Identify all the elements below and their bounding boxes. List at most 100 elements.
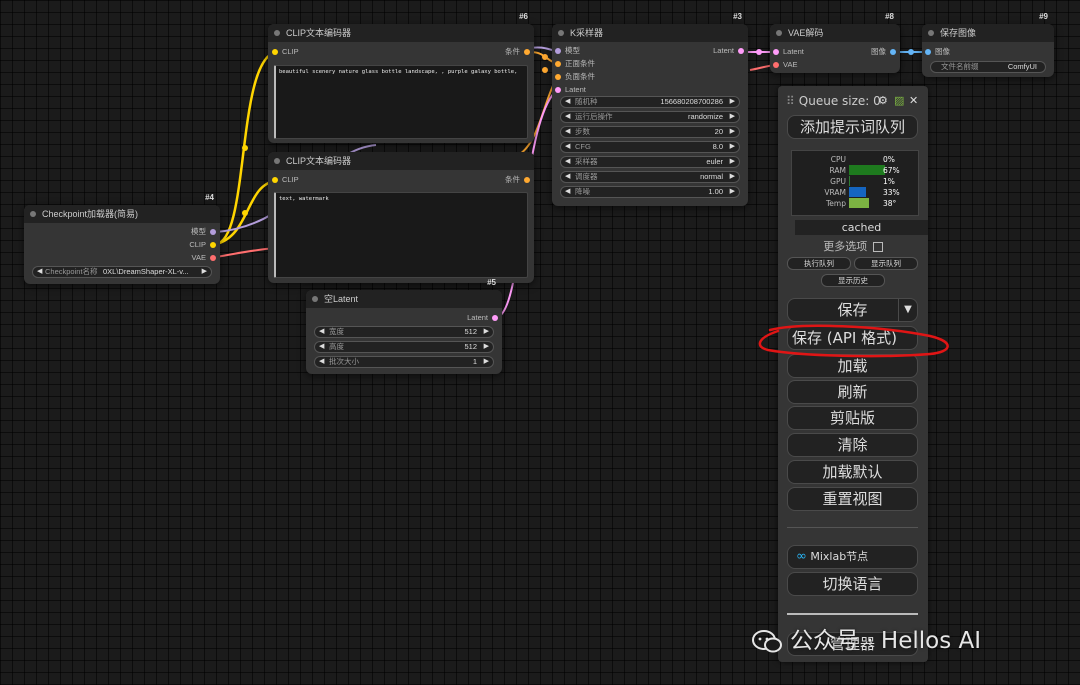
arrow-left-icon[interactable]: ◀	[565, 112, 570, 122]
clear-button[interactable]: 清除	[787, 433, 918, 457]
save-image-node[interactable]: #9 保存图像 图像 文件名前缀 ComfyUI	[922, 12, 1054, 77]
slot-label: VAE	[191, 253, 206, 262]
empty-latent-node[interactable]: #5 空Latent Latent ◀ 宽度 512 ▶ ◀ 高度 512 ▶ ◀ 批次大小 1…	[306, 278, 502, 374]
extra-options-toggle[interactable]: 更多选项	[778, 238, 928, 254]
arrow-right-icon[interactable]: ▶	[484, 357, 489, 367]
clip-text-encode-node-negative[interactable]: CLIP文本编码器 CLIP 条件 text, watermark	[268, 152, 534, 283]
filename-prefix-widget[interactable]: 文件名前缀 ComfyUI	[930, 61, 1046, 73]
arrow-left-icon[interactable]: ◀	[565, 97, 570, 107]
node-title[interactable]: CLIP文本编码器	[268, 152, 534, 170]
arrow-left-icon[interactable]: ◀	[319, 342, 324, 352]
prompt-textarea[interactable]: text, watermark	[274, 192, 528, 278]
refresh-button[interactable]: 刷新	[787, 380, 918, 404]
arrow-right-icon[interactable]: ▶	[730, 112, 735, 122]
arrow-right-icon[interactable]: ▶	[484, 342, 489, 352]
arrow-right-icon[interactable]: ▶	[730, 172, 735, 182]
checkpoint-loader-node[interactable]: #4 Checkpoint加载器(简易) 模型 CLIP VAE ◀ Check…	[24, 193, 220, 284]
width-number-widget[interactable]: ◀ 宽度 512 ▶	[314, 326, 494, 338]
view-pending-queue-button[interactable]: 显示队列	[854, 257, 918, 270]
input-slot-model[interactable]: 模型	[555, 46, 580, 56]
vae-decode-node[interactable]: #8 VAE解码 Latent VAE 图像	[770, 12, 900, 73]
queue-size-header[interactable]: ⠿ Queue size: 0	[786, 94, 881, 108]
input-slot-samples[interactable]: Latent	[773, 47, 804, 57]
collapse-dot-icon[interactable]	[776, 30, 782, 36]
load-button[interactable]: 加载	[787, 354, 918, 378]
settings-gear-icon[interactable]: ⚙	[878, 94, 888, 107]
slot-label: CLIP	[282, 47, 299, 56]
collapse-dot-icon[interactable]	[274, 30, 280, 36]
arrow-left-icon[interactable]: ◀	[319, 357, 324, 367]
queue-prompt-button[interactable]: 添加提示词队列	[787, 115, 918, 139]
save-api-format-button[interactable]: 保存 (API 格式)	[787, 326, 918, 350]
collapse-dot-icon[interactable]	[274, 158, 280, 164]
node-title[interactable]: Checkpoint加载器(简易)	[24, 205, 220, 223]
close-icon[interactable]: ✕	[909, 94, 918, 107]
steps-widget[interactable]: ◀ 步数 20 ▶	[560, 126, 740, 138]
widget-value: 0XL\DreamShaper-XL-v...	[103, 267, 189, 276]
input-slot-positive[interactable]: 正面条件	[555, 59, 595, 69]
output-slot-vae[interactable]: VAE	[192, 253, 216, 263]
batch-size-number-widget[interactable]: ◀ 批次大小 1 ▶	[314, 356, 494, 368]
arrow-left-icon[interactable]: ◀	[565, 142, 570, 152]
arrow-left-icon[interactable]: ◀	[565, 187, 570, 197]
output-slot-image[interactable]: 图像	[871, 47, 896, 57]
node-title[interactable]: VAE解码	[770, 24, 900, 42]
collapse-dot-icon[interactable]	[312, 296, 318, 302]
arrow-right-icon[interactable]: ▶	[730, 127, 735, 137]
arrow-left-icon[interactable]: ◀	[319, 327, 324, 337]
input-slot-clip[interactable]: CLIP	[272, 175, 299, 185]
input-slot-clip[interactable]: CLIP	[272, 47, 299, 57]
output-slot-conditioning[interactable]: 条件	[505, 175, 530, 185]
arrow-left-icon[interactable]: ◀	[565, 127, 570, 137]
save-button[interactable]: 保存 ▼	[787, 298, 918, 322]
save-dropdown-icon[interactable]: ▼	[898, 299, 917, 321]
drag-handle-icon[interactable]: ⠿	[786, 94, 795, 108]
arrow-right-icon[interactable]: ▶	[730, 187, 735, 197]
collapse-dot-icon[interactable]	[30, 211, 36, 217]
clip-text-encode-node-positive[interactable]: #6 CLIP文本编码器 CLIP 条件 beautiful scenery n…	[268, 12, 534, 143]
output-slot-latent[interactable]: Latent	[467, 313, 498, 323]
denoise-widget[interactable]: ◀ 降噪 1.00 ▶	[560, 186, 740, 198]
switch-language-button[interactable]: 切换语言	[787, 572, 918, 596]
arrow-right-icon[interactable]: ▶	[484, 327, 489, 337]
clipspace-button[interactable]: 剪贴版	[787, 406, 918, 430]
output-slot-clip[interactable]: CLIP	[189, 240, 216, 250]
image-gallery-icon[interactable]: ▨	[894, 94, 904, 107]
arrow-left-icon[interactable]: ◀	[565, 172, 570, 182]
arrow-right-icon[interactable]: ▶	[202, 267, 207, 277]
node-title[interactable]: CLIP文本编码器	[268, 24, 534, 42]
arrow-left-icon[interactable]: ◀	[565, 157, 570, 167]
prompt-textarea[interactable]: beautiful scenery nature glass bottle la…	[274, 65, 528, 139]
output-slot-latent[interactable]: Latent	[713, 46, 744, 56]
node-title[interactable]: 空Latent	[306, 290, 502, 308]
reset-view-button[interactable]: 重置视图	[787, 487, 918, 511]
ksampler-node[interactable]: #3 K采样器 模型 正面条件 负面条件 Latent Latent ◀ 随机种 1…	[552, 12, 748, 206]
arrow-right-icon[interactable]: ▶	[730, 157, 735, 167]
input-slot-latent[interactable]: Latent	[555, 85, 586, 95]
node-title[interactable]: 保存图像	[922, 24, 1054, 42]
collapse-dot-icon[interactable]	[928, 30, 934, 36]
output-slot-model[interactable]: 模型	[191, 227, 216, 237]
scheduler-widget[interactable]: ◀ 调度器 normal ▶	[560, 171, 740, 183]
view-history-button[interactable]: 显示历史	[821, 274, 885, 287]
arrow-right-icon[interactable]: ▶	[730, 97, 735, 107]
view-queue-button[interactable]: 执行队列	[787, 257, 851, 270]
input-slot-images[interactable]: 图像	[925, 47, 950, 57]
height-number-widget[interactable]: ◀ 高度 512 ▶	[314, 341, 494, 353]
sampler-name-widget[interactable]: ◀ 采样器 euler ▶	[560, 156, 740, 168]
mixlab-nodes-button[interactable]: ∞ Mixlab节点	[787, 545, 918, 569]
cfg-widget[interactable]: ◀ CFG 8.0 ▶	[560, 141, 740, 153]
arrow-right-icon[interactable]: ▶	[730, 142, 735, 152]
collapse-dot-icon[interactable]	[558, 30, 564, 36]
arrow-left-icon[interactable]: ◀	[37, 267, 42, 277]
comfy-menu-panel[interactable]: ⠿ Queue size: 0 ⚙ ▨ ✕ 添加提示词队列 CPU 0% RAM 67%…	[778, 86, 928, 662]
control-after-generate-widget[interactable]: ◀ 运行后操作 randomize ▶	[560, 111, 740, 123]
load-default-button[interactable]: 加载默认	[787, 460, 918, 484]
seed-widget[interactable]: ◀ 随机种 156680208700286 ▶	[560, 96, 740, 108]
extra-options-checkbox[interactable]	[872, 242, 883, 252]
node-title[interactable]: K采样器	[552, 24, 748, 42]
checkpoint-name-combo[interactable]: ◀ Checkpoint名称 0XL\DreamShaper-XL-v... ▶	[32, 266, 212, 278]
input-slot-negative[interactable]: 负面条件	[555, 72, 595, 82]
input-slot-vae[interactable]: VAE	[773, 60, 797, 70]
output-slot-conditioning[interactable]: 条件	[505, 47, 530, 57]
